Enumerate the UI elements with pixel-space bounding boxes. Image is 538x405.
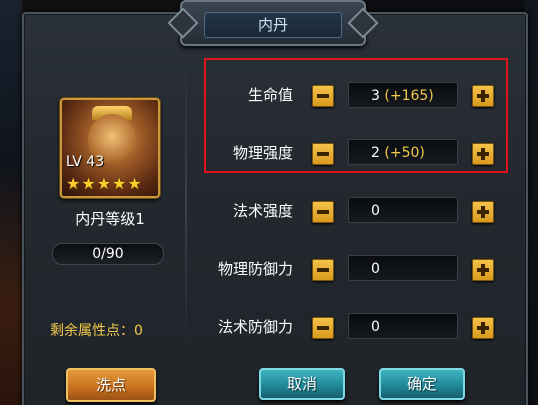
magic-defense-value-box: 0: [348, 313, 458, 339]
physical-defense-value-box: 0: [348, 255, 458, 281]
magic-strength-plus-button[interactable]: [472, 201, 494, 223]
stat-label-magic-strength: 法术强度: [232, 202, 293, 220]
magic-defense-value: 0: [371, 319, 380, 335]
star-icon: ★: [112, 174, 127, 193]
magic-defense-minus-button[interactable]: [312, 317, 334, 339]
hero-level: LV 43: [66, 154, 105, 170]
stat-label-physical-defense: 物理防御力: [217, 260, 293, 278]
cancel-button[interactable]: 取消: [259, 368, 345, 400]
magic-strength-value-box: 0: [348, 197, 458, 223]
game-scene: 内丹 LV 43 ★ ★ ★ ★ ★ 内丹等级1 0/90 剩余属性点：0 洗点…: [0, 0, 538, 405]
magic-strength-minus-button[interactable]: [312, 201, 334, 223]
confirm-button[interactable]: 确定: [379, 368, 465, 400]
background-left-strip: [0, 0, 22, 405]
star-icon: ★: [96, 174, 112, 193]
magic-strength-value: 0: [371, 203, 380, 219]
star-icon: ★: [127, 174, 142, 193]
exp-progress-text: 0/90: [92, 246, 124, 262]
stat-label-magic-defense: 法术防御力: [217, 318, 293, 336]
title-plate: 内丹: [167, 0, 379, 46]
physical-defense-plus-button[interactable]: [472, 259, 494, 281]
physical-defense-minus-button[interactable]: [312, 259, 334, 281]
star-icon: ★: [66, 174, 81, 193]
exp-progress-bar: 0/90: [52, 243, 164, 265]
remaining-points: 剩余属性点：0: [50, 323, 143, 339]
panel-title: 内丹: [204, 12, 342, 38]
hero-portrait[interactable]: LV 43 ★ ★ ★ ★ ★: [60, 98, 160, 198]
physical-defense-value: 0: [371, 261, 380, 277]
dan-level-label: 内丹等级1: [75, 210, 145, 228]
highlight-annotation-box: [204, 58, 508, 173]
star-icon: ★: [81, 174, 96, 193]
magic-defense-plus-button[interactable]: [472, 317, 494, 339]
reset-points-button[interactable]: 洗点: [66, 368, 156, 402]
hero-stars: ★ ★ ★ ★ ★: [66, 176, 142, 192]
